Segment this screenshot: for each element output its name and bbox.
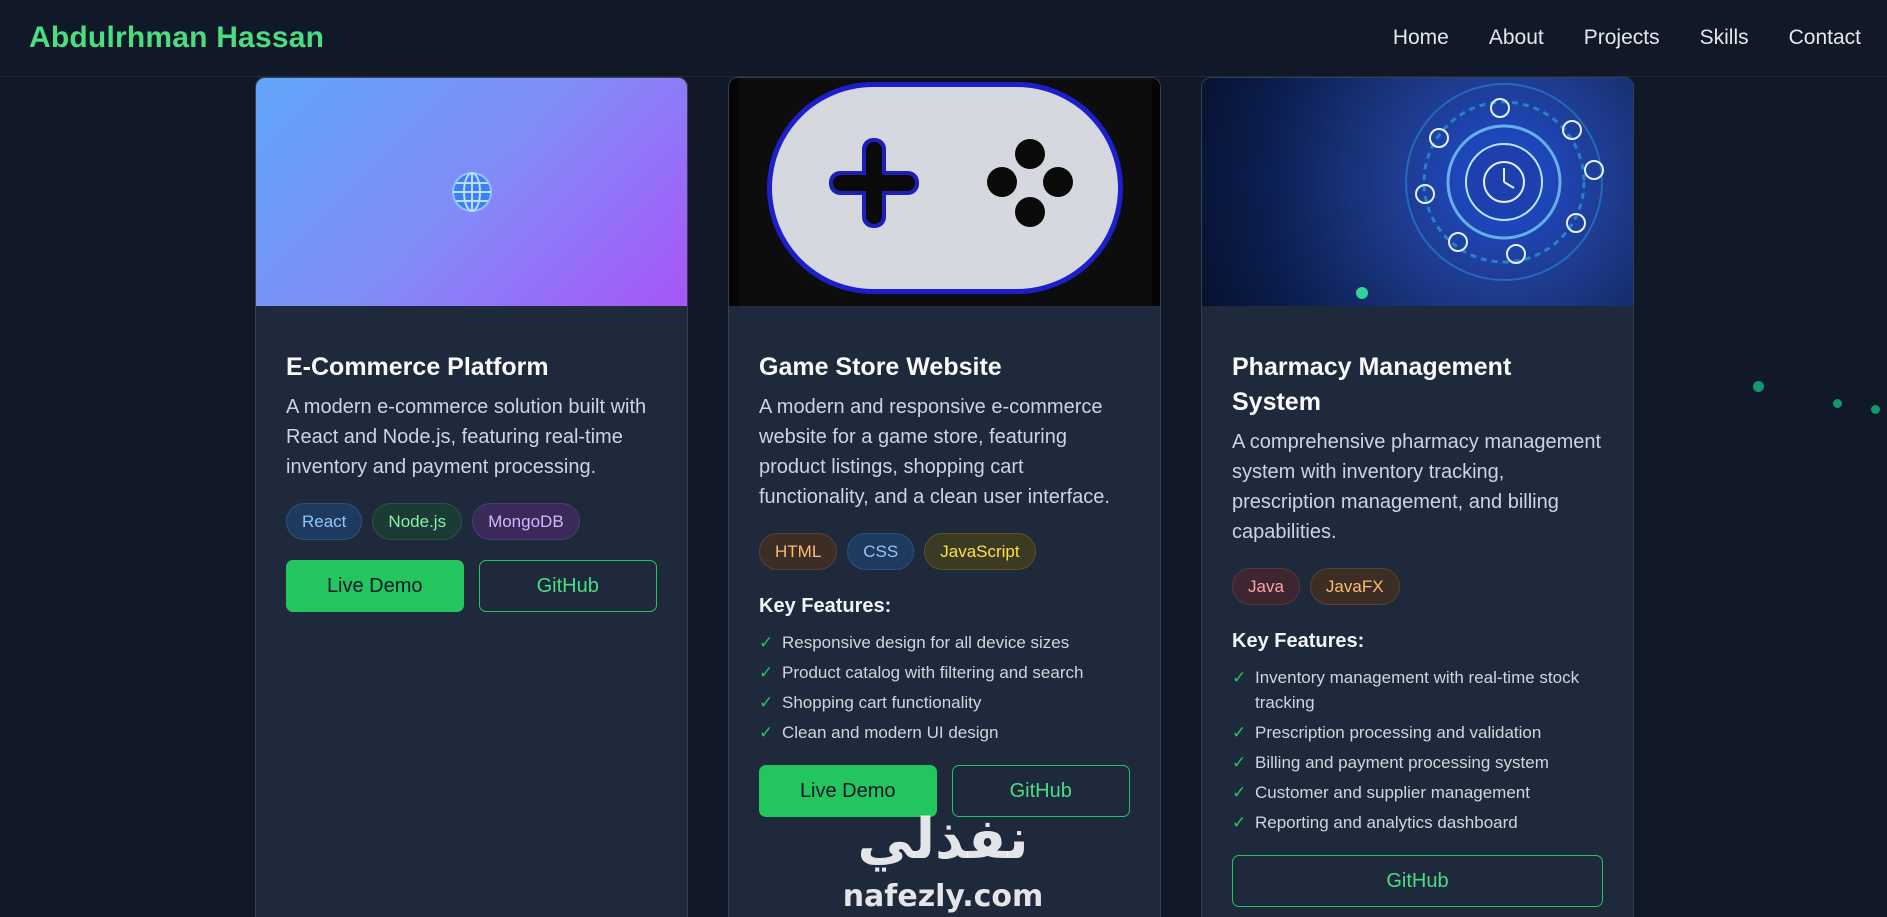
check-icon: ✓ (1232, 813, 1247, 832)
particle-dot (1871, 405, 1880, 414)
github-button[interactable]: GitHub (1232, 855, 1603, 907)
healthcare-tech-icon (1356, 83, 1604, 299)
card-body: Game Store Website A modern and responsi… (729, 306, 1160, 817)
card-body: E-Commerce Platform A modern e-commerce … (256, 306, 687, 612)
check-icon: ✓ (759, 663, 774, 682)
project-image (1202, 78, 1633, 306)
feature-item: ✓ Responsive design for all device sizes (759, 630, 1130, 655)
nav-link-contact[interactable]: Contact (1789, 26, 1861, 50)
brand-name[interactable]: Abdulrhman Hassan (29, 21, 324, 55)
feature-text: Reporting and analytics dashboard (1255, 813, 1518, 832)
project-card-pharmacy: Pharmacy Management System A comprehensi… (1201, 77, 1634, 917)
gamepad-icon (729, 78, 1160, 306)
project-description: A modern and responsive e-commerce websi… (759, 396, 1110, 508)
feature-text: Customer and supplier management (1255, 783, 1530, 802)
particle-dot (1753, 381, 1764, 392)
globe-icon (451, 172, 492, 212)
project-image (729, 78, 1160, 306)
tag-html: HTML (759, 533, 838, 570)
watermark-arabic-text: نفذلي (857, 807, 1028, 872)
check-icon: ✓ (759, 693, 774, 712)
check-icon: ✓ (1232, 753, 1247, 772)
check-icon: ✓ (759, 723, 774, 742)
project-title: Pharmacy Management System (1232, 353, 1512, 416)
feature-item: ✓ Clean and modern UI design (759, 720, 1130, 745)
feature-item: ✓ Customer and supplier management (1232, 780, 1603, 805)
nav-links: Home About Projects Skills Contact (1393, 26, 1861, 50)
live-demo-button[interactable]: Live Demo (286, 560, 464, 612)
card-body: Pharmacy Management System A comprehensi… (1202, 306, 1633, 907)
tag-mongodb: MongoDB (472, 503, 580, 540)
feature-text: Clean and modern UI design (782, 723, 999, 742)
tech-tags: Java JavaFX (1232, 568, 1603, 605)
tag-javafx: JavaFX (1309, 568, 1400, 605)
tag-react: React (286, 503, 363, 540)
top-navbar: Abdulrhman Hassan Home About Projects Sk… (0, 0, 1887, 77)
feature-list: ✓ Inventory management with real-time sto… (1232, 665, 1603, 835)
feature-item: ✓ Product catalog with filtering and sear… (759, 660, 1130, 685)
project-description: A modern e-commerce solution built with … (286, 396, 647, 478)
github-button[interactable]: GitHub (478, 560, 657, 612)
check-icon: ✓ (1232, 668, 1247, 687)
card-actions: GitHub (1232, 855, 1603, 907)
features-heading: Key Features: (759, 595, 892, 617)
feature-text: Inventory management with real-time stoc… (1255, 668, 1580, 712)
project-title: E-Commerce Platform (286, 353, 549, 381)
card-actions: Live Demo GitHub (286, 560, 657, 612)
tech-tags: React Node.js MongoDB (286, 503, 657, 540)
feature-list: ✓ Responsive design for all device sizes … (759, 630, 1130, 745)
tag-java: Java (1232, 568, 1300, 605)
feature-text: Billing and payment processing system (1255, 753, 1549, 772)
feature-text: Responsive design for all device sizes (782, 633, 1070, 652)
nav-link-projects[interactable]: Projects (1584, 26, 1660, 50)
project-card-game-store: Game Store Website A modern and responsi… (728, 77, 1161, 917)
nav-link-home[interactable]: Home (1393, 26, 1449, 50)
feature-item: ✓ Inventory management with real-time sto… (1232, 665, 1603, 715)
nav-link-skills[interactable]: Skills (1700, 26, 1749, 50)
nav-link-about[interactable]: About (1489, 26, 1544, 50)
check-icon: ✓ (759, 633, 774, 652)
nafezly-watermark-logo: نفذلي nafezly.com (843, 807, 1044, 914)
feature-item: ✓ Reporting and analytics dashboard (1232, 810, 1603, 835)
watermark-latin-text: nafezly.com (843, 879, 1044, 914)
feature-item: ✓ Prescription processing and validation (1232, 720, 1603, 745)
project-card-ecommerce: E-Commerce Platform A modern e-commerce … (255, 77, 688, 917)
feature-item: ✓ Shopping cart functionality (759, 690, 1130, 715)
feature-text: Shopping cart functionality (782, 693, 982, 712)
feature-text: Prescription processing and validation (1255, 723, 1542, 742)
tag-javascript: JavaScript (924, 533, 1036, 570)
project-title: Game Store Website (759, 353, 1002, 381)
feature-text: Product catalog with filtering and searc… (782, 663, 1084, 682)
tech-tags: HTML CSS JavaScript (759, 533, 1130, 570)
project-description: A comprehensive pharmacy management syst… (1232, 431, 1602, 543)
project-image (256, 78, 687, 306)
tag-css: CSS (847, 533, 915, 570)
feature-item: ✓ Billing and payment processing system (1232, 750, 1603, 775)
check-icon: ✓ (1232, 723, 1247, 742)
particle-dot (1833, 399, 1842, 408)
check-icon: ✓ (1232, 783, 1247, 802)
features-heading: Key Features: (1232, 630, 1365, 652)
tag-nodejs: Node.js (372, 503, 463, 540)
